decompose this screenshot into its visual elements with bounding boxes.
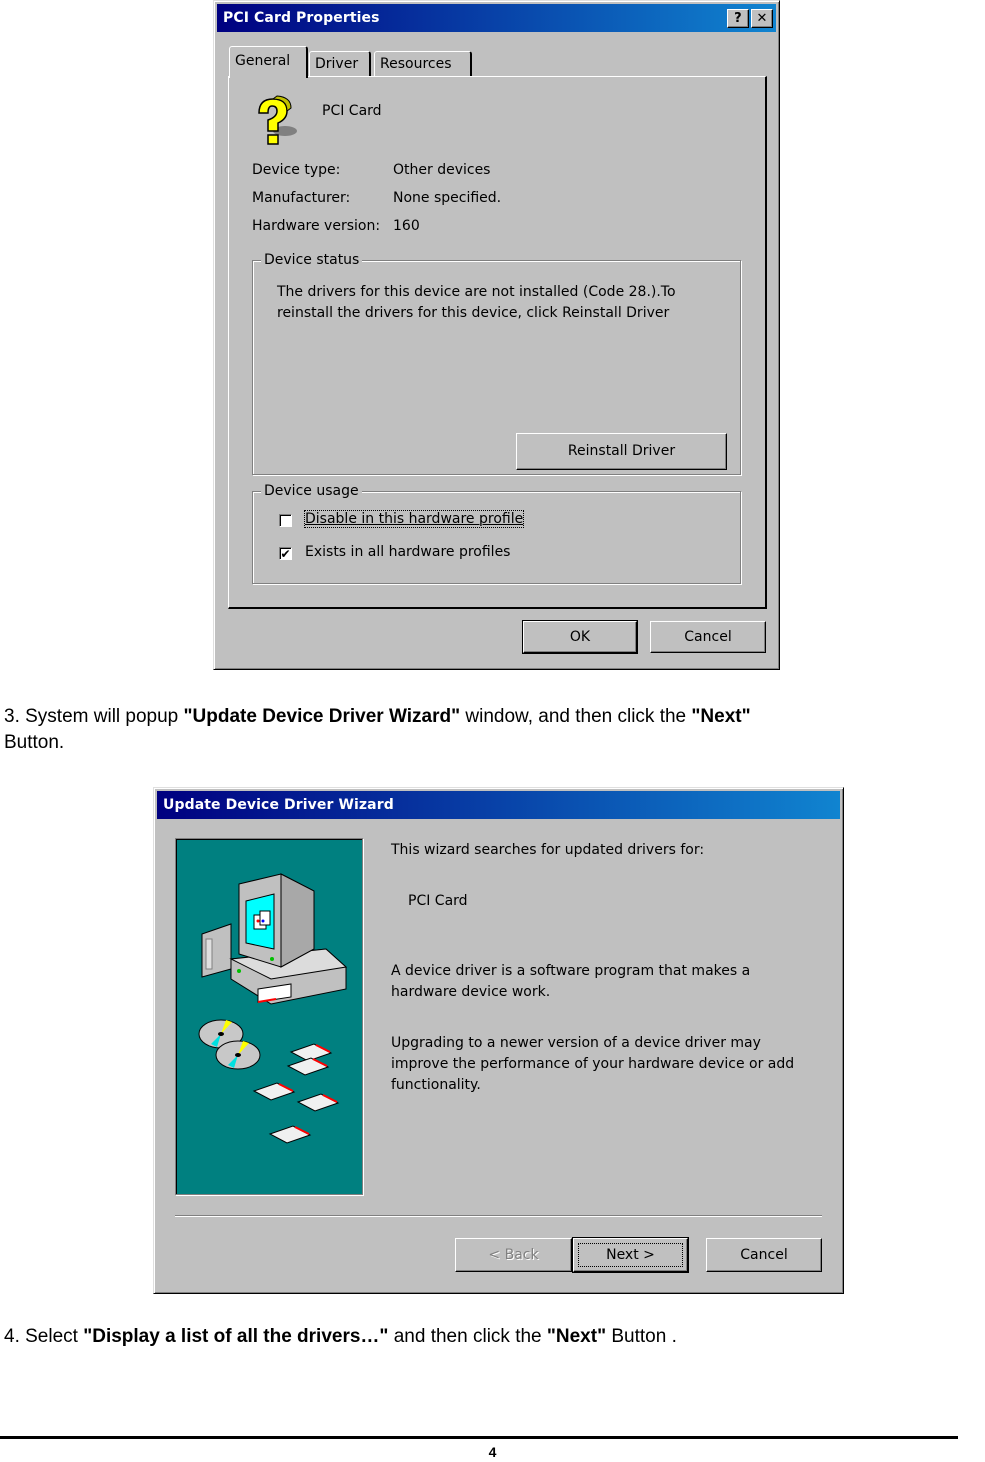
- close-icon: ✕: [756, 11, 768, 26]
- step-4-suffix: Button .: [606, 1326, 677, 1347]
- wizard-para-1-line-2: hardware device work.: [391, 984, 551, 1000]
- device-status-group: Device status The drivers for this devic…: [252, 251, 741, 475]
- wizard-intro: This wizard searches for updated drivers…: [391, 842, 705, 858]
- tab-general[interactable]: General: [229, 46, 308, 78]
- footer-divider: [0, 1436, 958, 1439]
- page-number: 4: [488, 1444, 497, 1460]
- help-button[interactable]: ?: [727, 9, 749, 28]
- step-3-middle: window, and then click the: [460, 706, 692, 727]
- step-3-prefix: 3. System will popup: [4, 706, 184, 727]
- exists-all-profiles-checkbox[interactable]: ✔: [279, 547, 292, 560]
- step-3-suffix: Button.: [4, 732, 65, 753]
- tab-general-label: General: [235, 53, 291, 69]
- step-3-wizard-name: "Update Device Driver Wizard": [183, 706, 461, 727]
- manufacturer-value: None specified.: [393, 190, 502, 206]
- step-4-option-name: "Display a list of all the drivers…": [83, 1326, 389, 1347]
- step-4-next-label: "Next": [546, 1326, 607, 1347]
- exists-all-profiles-label[interactable]: Exists in all hardware profiles: [305, 544, 510, 560]
- device-status-label: Device status: [261, 251, 363, 269]
- wizard-para-2-line-1: Upgrading to a newer version of a device…: [391, 1035, 761, 1051]
- tab-driver-label: Driver: [315, 56, 359, 72]
- tab-resources[interactable]: Resources: [374, 51, 472, 77]
- computer-with-disks-illustration: [175, 838, 363, 1195]
- step-4-prefix: 4. Select: [4, 1326, 84, 1347]
- close-button[interactable]: ✕: [751, 9, 773, 28]
- hardware-version-value: 160: [393, 218, 420, 234]
- device-name: PCI Card: [322, 103, 382, 119]
- ok-button[interactable]: OK: [522, 620, 638, 654]
- device-usage-group: Device usage Disable in this hardware pr…: [252, 482, 741, 584]
- wizard-para-1-line-1: A device driver is a software program th…: [391, 963, 751, 979]
- device-status-line-2: reinstall the drivers for this device, c…: [277, 305, 670, 321]
- wizard-separator: [175, 1215, 822, 1217]
- device-status-line-1: The drivers for this device are not inst…: [277, 284, 676, 300]
- step-3-next-label: "Next": [691, 706, 751, 727]
- wizard-para-2-line-3: functionality.: [391, 1077, 481, 1093]
- wizard-para-2-line-2: improve the performance of your hardware…: [391, 1056, 795, 1072]
- disable-profile-label[interactable]: Disable in this hardware profile: [303, 510, 525, 528]
- manufacturer-label: Manufacturer:: [252, 190, 351, 206]
- tab-driver[interactable]: Driver: [309, 51, 371, 77]
- wizard-title-bar[interactable]: Update Device Driver Wizard: [157, 791, 840, 819]
- ok-label: OK: [569, 629, 591, 645]
- step-3-instruction: 3. System will popup "Update Device Driv…: [4, 704, 984, 756]
- general-tab-panel: PCI Card Device type: Other devices Manu…: [228, 76, 767, 609]
- question-mark-icon: [251, 95, 301, 151]
- wizard-cancel-label: Cancel: [740, 1247, 788, 1263]
- reinstall-driver-button[interactable]: Reinstall Driver: [516, 433, 727, 470]
- wizard-title: Update Device Driver Wizard: [163, 797, 394, 813]
- pci-card-properties-dialog: PCI Card Properties ? ✕ General Driver R…: [213, 0, 780, 670]
- next-button[interactable]: Next >: [572, 1237, 689, 1273]
- reinstall-driver-label: Reinstall Driver: [567, 443, 676, 459]
- focus-rectangle: [578, 1243, 683, 1267]
- back-button[interactable]: < Back: [455, 1238, 572, 1272]
- back-label: < Back: [488, 1247, 539, 1263]
- dialog-title-bar[interactable]: PCI Card Properties ? ✕: [217, 4, 776, 32]
- wizard-cancel-button[interactable]: Cancel: [706, 1238, 822, 1272]
- device-type-value: Other devices: [393, 162, 491, 178]
- step-4-middle: and then click the: [388, 1326, 547, 1347]
- device-usage-label: Device usage: [261, 482, 362, 500]
- tab-resources-label: Resources: [380, 56, 452, 72]
- hardware-version-label: Hardware version:: [252, 218, 381, 234]
- check-mark-icon: ✔: [280, 547, 291, 561]
- computer-illustration-icon: [198, 873, 348, 1144]
- cancel-label: Cancel: [684, 629, 732, 645]
- device-type-label: Device type:: [252, 162, 341, 178]
- step-4-instruction: 4. Select "Display a list of all the dri…: [4, 1324, 984, 1350]
- dialog-title: PCI Card Properties: [223, 10, 380, 26]
- disable-profile-checkbox[interactable]: [279, 514, 292, 527]
- cancel-button[interactable]: Cancel: [650, 621, 766, 653]
- wizard-device-name: PCI Card: [408, 893, 468, 909]
- help-icon: ?: [734, 11, 742, 26]
- update-driver-wizard-dialog: Update Device Driver Wizard This wizard …: [153, 787, 844, 1294]
